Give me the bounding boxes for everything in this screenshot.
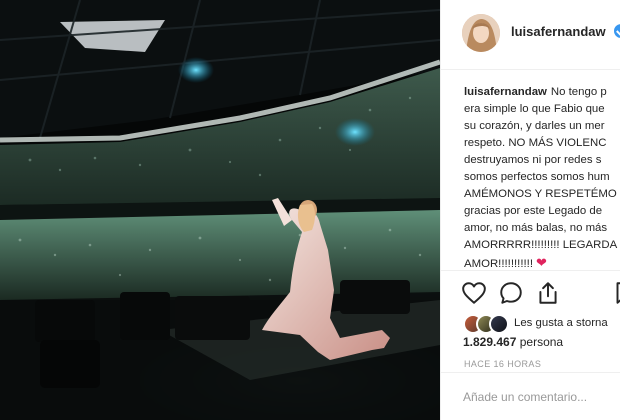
- caption-line: respeto. NO MÁS VIOLENC: [464, 137, 607, 149]
- post-photo[interactable]: [0, 0, 440, 420]
- like-count[interactable]: 1.829.467 persona: [463, 335, 563, 349]
- caption-line: AMOR!!!!!!!!!!!: [464, 258, 533, 270]
- post-caption: luisafernandaw No tengo p era simple lo q…: [464, 84, 620, 273]
- caption-line: destruyamos ni por redes s: [464, 154, 602, 166]
- author-avatar[interactable]: [462, 14, 500, 52]
- post-header: luisafernandaw: [441, 0, 620, 70]
- instagram-post: luisafernandaw luisafernandaw No tengo p …: [0, 0, 620, 420]
- caption-line: su corazón, y darles un mer: [464, 120, 605, 132]
- verified-badge-icon: [614, 24, 620, 38]
- like-count-number[interactable]: 1.829.467: [463, 335, 516, 349]
- share-upload-icon[interactable]: [535, 280, 561, 306]
- caption-line: No tengo p: [550, 86, 607, 98]
- post-side-panel: luisafernandaw luisafernandaw No tengo p …: [440, 0, 620, 420]
- like-count-suffix[interactable]: persona: [520, 335, 563, 349]
- caption-line: era simple lo que Fabio que: [464, 103, 605, 115]
- red-heart-emoji-icon: ❤: [535, 255, 547, 270]
- liked-by-text[interactable]: Les gusta a storna: [514, 317, 608, 329]
- liker-avatars[interactable]: [463, 314, 517, 336]
- caption-line: AMÉMONOS Y RESPETÉMO: [464, 188, 617, 200]
- caption-line: gracias por este Legado de: [464, 205, 603, 217]
- comment-box: [441, 372, 620, 420]
- caption-line: AMORRRRR!!!!!!!!! LEGARDA: [464, 239, 618, 251]
- comment-input[interactable]: [463, 387, 613, 407]
- caption-line: amor, no más balas, no más: [464, 222, 608, 234]
- post-timestamp[interactable]: HACE 16 HORAS: [464, 359, 541, 369]
- heart-outline-icon[interactable]: [461, 280, 487, 306]
- concert-stadium-photo: [0, 0, 440, 420]
- caption-username[interactable]: luisafernandaw: [464, 86, 547, 98]
- bookmark-icon[interactable]: [611, 280, 620, 306]
- liker-avatar[interactable]: [489, 314, 509, 334]
- speech-bubble-icon[interactable]: [498, 280, 524, 306]
- caption-first-line: luisafernandaw No tengo p: [464, 84, 620, 101]
- author-username[interactable]: luisafernandaw: [511, 24, 606, 39]
- caption-line: somos perfectos somos hum: [464, 171, 610, 183]
